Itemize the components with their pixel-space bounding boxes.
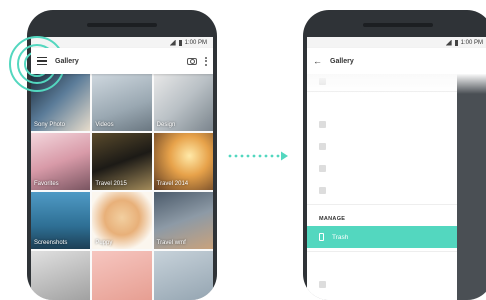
app-title: Gallery xyxy=(55,57,79,65)
drawer-scrim[interactable] xyxy=(457,74,486,300)
album-tile[interactable] xyxy=(153,251,213,300)
drawer-item-icon xyxy=(319,186,326,194)
status-time: 1:00 PM xyxy=(184,39,207,46)
battery-icon xyxy=(178,39,182,46)
signal-icon xyxy=(445,39,452,46)
drawer-divider xyxy=(307,251,457,252)
album-tile[interactable]: Travel 2015 xyxy=(92,133,152,190)
album-caption: Screenshots xyxy=(34,240,68,246)
drawer-item-icon xyxy=(319,164,326,172)
app-title: Gallery xyxy=(330,57,354,65)
drawer-screen: 1:00 PM ← Gallery MANAGE Trash xyxy=(307,37,486,300)
album-tile[interactable]: Travel wmf xyxy=(153,192,213,249)
drawer-item-blurred[interactable] xyxy=(307,135,457,157)
back-arrow-icon[interactable]: ← xyxy=(313,56,322,66)
drawer-divider xyxy=(307,204,457,205)
signal-icon xyxy=(169,39,176,46)
drawer-item-blurred[interactable] xyxy=(307,273,457,295)
album-tile[interactable]: Videos xyxy=(92,74,152,131)
app-bar: Gallery xyxy=(31,48,213,74)
album-tile[interactable] xyxy=(92,251,152,300)
album-tile[interactable]: Design xyxy=(153,74,213,131)
drawer-section-manage: MANAGE xyxy=(319,216,346,222)
phone-gallery-grid: 1:00 PM Gallery Sony Photo Videos Design Fa… xyxy=(27,10,217,300)
album-caption: Design xyxy=(156,122,176,128)
status-bar: 1:00 PM xyxy=(307,37,486,48)
album-tile[interactable]: Favorites xyxy=(31,133,91,190)
drawer-section-blurred xyxy=(307,255,457,273)
phone-speaker xyxy=(87,23,157,27)
drawer-item-blurred[interactable] xyxy=(307,157,457,179)
transition-arrow xyxy=(228,151,288,161)
album-caption: Sony Photo xyxy=(34,122,66,128)
drawer-item-icon xyxy=(319,120,326,128)
navigation-drawer: MANAGE Trash xyxy=(307,74,457,300)
album-tile[interactable]: Screenshots xyxy=(31,192,91,249)
battery-icon xyxy=(454,39,458,46)
drawer-item-blurred[interactable] xyxy=(307,179,457,201)
drawer-section-blurred xyxy=(307,95,457,113)
album-caption: Puppy xyxy=(95,240,113,246)
status-time: 1:00 PM xyxy=(460,39,483,46)
navigation-drawer-container: MANAGE Trash xyxy=(307,74,486,300)
menu-icon[interactable] xyxy=(37,56,47,66)
camera-icon[interactable] xyxy=(187,57,197,65)
phone-gallery-drawer: 1:00 PM ← Gallery MANAGE Trash xyxy=(303,10,486,300)
drawer-item-label: Trash xyxy=(332,233,349,241)
app-bar: ← Gallery xyxy=(307,48,486,74)
drawer-item-blurred[interactable] xyxy=(307,113,457,135)
album-caption: Travel 2015 xyxy=(95,181,127,187)
drawer-item-trash[interactable]: Trash xyxy=(307,226,457,248)
album-caption: Favorites xyxy=(34,181,59,187)
album-tile[interactable]: Puppy xyxy=(92,192,152,249)
album-grid: Sony Photo Videos Design Favorites Travel 20… xyxy=(31,74,213,300)
album-caption: Travel 2014 xyxy=(156,181,189,187)
album-caption: Travel wmf xyxy=(156,240,186,246)
drawer-item-icon xyxy=(319,142,326,150)
trash-icon xyxy=(319,233,324,241)
scroll-fade xyxy=(307,74,486,94)
phone-speaker xyxy=(363,23,433,27)
drawer-item-icon xyxy=(319,280,326,288)
more-vert-icon[interactable] xyxy=(205,56,207,66)
album-tile[interactable] xyxy=(31,251,91,300)
album-tile[interactable]: Travel 2014 xyxy=(153,133,213,190)
album-caption: Videos xyxy=(95,122,114,128)
